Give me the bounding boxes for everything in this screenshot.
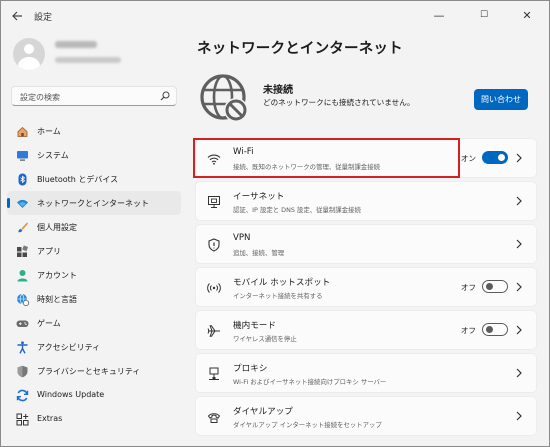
- sidebar-item-accessibility[interactable]: アクセシビリティ: [7, 335, 181, 359]
- sidebar-item-home[interactable]: ホーム: [7, 119, 181, 143]
- extras-icon: [16, 413, 29, 426]
- globe-disconnected-icon: [200, 74, 248, 122]
- wifi-toggle[interactable]: [482, 151, 508, 164]
- back-arrow-icon[interactable]: [11, 10, 23, 22]
- chevron-right-icon: [516, 368, 522, 378]
- network-icon: [17, 199, 28, 208]
- chevron-right-icon: [516, 196, 522, 206]
- chevron-right-icon: [516, 325, 522, 335]
- user-name-blurred: [55, 41, 97, 48]
- sidebar-item-apps[interactable]: アプリ: [7, 239, 181, 263]
- search-placeholder: 設定の検索: [20, 93, 60, 102]
- home-icon: [17, 126, 28, 137]
- proxy-card[interactable]: プロキシ Wi-Fi およびイーサネット接続向けプロキシ サーバー: [195, 353, 537, 393]
- accessibility-icon: [17, 341, 28, 354]
- airplane-toggle[interactable]: [482, 323, 508, 336]
- sidebar-nav: ホーム システム Bluetooth とデバイス ネットワークとインターネット …: [7, 119, 181, 431]
- sidebar-item-network[interactable]: ネットワークとインターネット: [7, 191, 181, 215]
- sidebar-item-bluetooth[interactable]: Bluetooth とデバイス: [7, 167, 181, 191]
- dialup-icon: [207, 413, 221, 423]
- shield-icon: [17, 365, 28, 378]
- minimize-button[interactable]: —: [421, 3, 457, 27]
- globe-clock-icon: [17, 293, 29, 306]
- sidebar-item-windows-update[interactable]: Windows Update: [7, 383, 181, 407]
- wifi-icon: [207, 154, 221, 165]
- sidebar-item-gaming[interactable]: ゲーム: [7, 311, 181, 335]
- search-icon[interactable]: [160, 91, 170, 101]
- wifi-card[interactable]: Wi-Fi 接続、既知のネットワークの管理、従量制課金接続 オン: [195, 138, 537, 178]
- sidebar-item-privacy[interactable]: プライバシーとセキュリティ: [7, 359, 181, 383]
- sidebar-item-accounts[interactable]: アカウント: [7, 263, 181, 287]
- contact-button[interactable]: 問い合わせ: [474, 89, 528, 110]
- sidebar-item-extras[interactable]: Extras: [7, 407, 181, 431]
- hotspot-toggle-label: オフ: [460, 283, 476, 292]
- ethernet-card[interactable]: イーサネット 認証、IP 設定と DNS 設定、従量制課金接続: [195, 181, 537, 221]
- ethernet-icon: [208, 196, 220, 208]
- chevron-right-icon: [516, 411, 522, 421]
- connection-status-title: 未接続: [263, 85, 293, 96]
- hotspot-toggle[interactable]: [482, 280, 508, 293]
- chevron-right-icon: [516, 282, 522, 292]
- bluetooth-icon: [18, 173, 27, 186]
- vpn-card[interactable]: VPN 追加、接続、管理: [195, 224, 537, 264]
- sidebar-item-system[interactable]: システム: [7, 143, 181, 167]
- title-bar: 設定 — ☐ ✕: [1, 1, 549, 31]
- paintbrush-icon: [18, 222, 28, 233]
- maximize-button[interactable]: ☐: [466, 3, 502, 27]
- window-title: 設定: [34, 13, 53, 23]
- hotspot-icon: [207, 283, 221, 293]
- account-icon: [17, 270, 28, 282]
- mobile-hotspot-card[interactable]: モバイル ホットスポット インターネット接続を共有する オフ: [195, 267, 537, 307]
- close-button[interactable]: ✕: [509, 3, 545, 27]
- airplane-icon: [207, 325, 220, 337]
- search-input[interactable]: 設定の検索: [11, 86, 177, 106]
- gamepad-icon: [16, 320, 29, 327]
- chevron-right-icon: [516, 153, 522, 163]
- settings-window: 設定 — ☐ ✕ 設定の検索 ホーム システム Bluetooth とデバイス …: [0, 0, 550, 447]
- user-email-blurred: [55, 57, 121, 63]
- apps-icon: [17, 245, 29, 257]
- dialup-card[interactable]: ダイヤルアップ ダイヤルアップ インターネット接続をセットアップ: [195, 396, 537, 436]
- page-title: ネットワークとインターネット: [197, 41, 403, 57]
- avatar[interactable]: [13, 38, 45, 70]
- connection-status-description: どのネットワークにも接続されていません。: [263, 98, 415, 107]
- vpn-shield-icon: [208, 238, 220, 252]
- sidebar-item-personalization[interactable]: 個人用設定: [7, 215, 181, 239]
- airplane-mode-card[interactable]: 機内モード ワイヤレス通信を停止 オフ: [195, 310, 537, 350]
- proxy-icon: [209, 367, 219, 380]
- chevron-right-icon: [516, 239, 522, 249]
- system-icon: [17, 151, 28, 161]
- sidebar-item-time-language[interactable]: 時刻と言語: [7, 287, 181, 311]
- airplane-toggle-label: オフ: [460, 326, 476, 335]
- wifi-toggle-label: オン: [460, 154, 476, 163]
- update-icon: [16, 389, 29, 402]
